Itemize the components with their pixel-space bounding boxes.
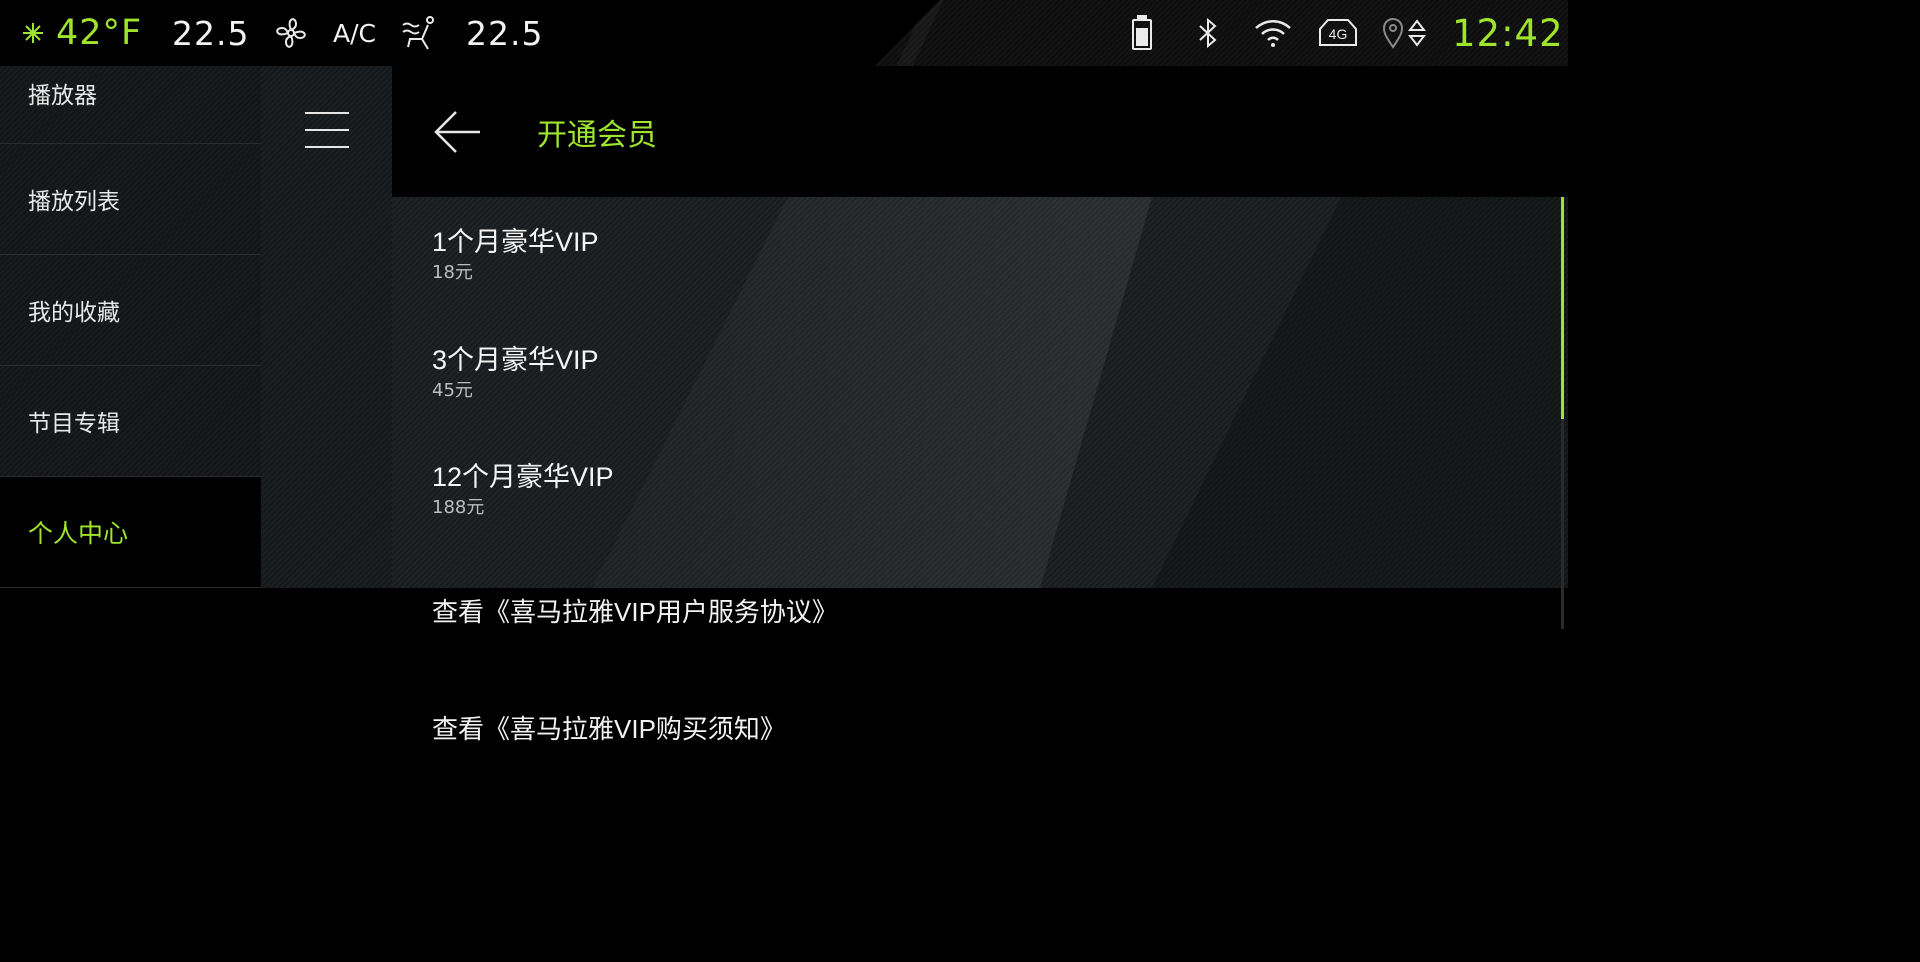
passenger-temperature[interactable]: 22.5 xyxy=(466,0,543,66)
vip-plan-3-month[interactable]: 3个月豪华VIP 45元 xyxy=(432,343,599,403)
clock: 12:42 xyxy=(1452,11,1564,55)
location-icon xyxy=(1382,0,1404,66)
background-shard xyxy=(592,197,1152,588)
sidebar-item-albums[interactable]: 节目专辑 xyxy=(0,366,261,477)
network-label: 4G xyxy=(1329,26,1348,42)
page-title: 开通会员 xyxy=(537,117,657,153)
sidebar-item-label: 播放列表 xyxy=(28,189,120,215)
seat-airflow-icon[interactable] xyxy=(400,0,440,66)
menu-column xyxy=(261,66,392,588)
vip-plan-price: 18元 xyxy=(432,262,473,283)
sidebar-item-label: 节目专辑 xyxy=(28,411,120,437)
vip-plan-list: 1个月豪华VIP 18元 3个月豪华VIP 45元 12个月豪华VIP 188元 xyxy=(392,197,1568,588)
driver-temperature[interactable]: 22.5 xyxy=(172,0,249,66)
back-arrow-icon[interactable] xyxy=(434,110,482,154)
vip-plan-1-month[interactable]: 1个月豪华VIP 18元 xyxy=(432,225,599,285)
sort-arrows-icon xyxy=(1408,0,1426,66)
scrollbar-thumb[interactable] xyxy=(1561,197,1564,419)
fan-icon[interactable] xyxy=(272,0,310,66)
vip-plan-name: 12个月豪华VIP xyxy=(432,462,614,492)
sidebar-item-label: 我的收藏 xyxy=(28,300,120,326)
bluetooth-icon xyxy=(1196,0,1220,66)
purchase-notice-link[interactable]: 查看《喜马拉雅VIP购买须知》 xyxy=(432,709,786,746)
wifi-icon xyxy=(1254,0,1292,66)
service-agreement-link[interactable]: 查看《喜马拉雅VIP用户服务协议》 xyxy=(432,592,838,629)
vip-plan-name: 1个月豪华VIP xyxy=(432,227,599,257)
sidebar-item-label: 个人中心 xyxy=(28,519,129,548)
sidebar-item-playlist[interactable]: 播放列表 xyxy=(0,144,261,255)
page-header: 开通会员 xyxy=(392,66,1568,197)
menu-icon[interactable] xyxy=(305,112,349,148)
vip-plan-name: 3个月豪华VIP xyxy=(432,345,599,375)
sidebar: 播放器 播放列表 我的收藏 节目专辑 个人中心 xyxy=(0,66,261,588)
sidebar-item-label: 播放器 xyxy=(28,83,97,109)
outside-temperature: 42°F xyxy=(56,13,143,53)
sidebar-item-personal-center[interactable]: 个人中心 xyxy=(0,477,261,588)
sidebar-item-player[interactable]: 播放器 xyxy=(0,66,261,144)
snowflake-icon xyxy=(22,0,44,66)
vip-plan-price: 188元 xyxy=(432,497,485,518)
sidebar-item-favorites[interactable]: 我的收藏 xyxy=(0,255,261,366)
vip-plan-12-month[interactable]: 12个月豪华VIP 188元 xyxy=(432,460,614,520)
vip-plan-price: 45元 xyxy=(432,380,473,401)
status-bar: 42°F 22.5 A/C 22.5 4G 12:42 xyxy=(0,0,1568,66)
ac-button[interactable]: A/C xyxy=(333,0,376,66)
battery-icon xyxy=(1130,0,1154,66)
background-shard xyxy=(1152,197,1568,588)
4g-network-icon: 4G xyxy=(1316,0,1360,66)
